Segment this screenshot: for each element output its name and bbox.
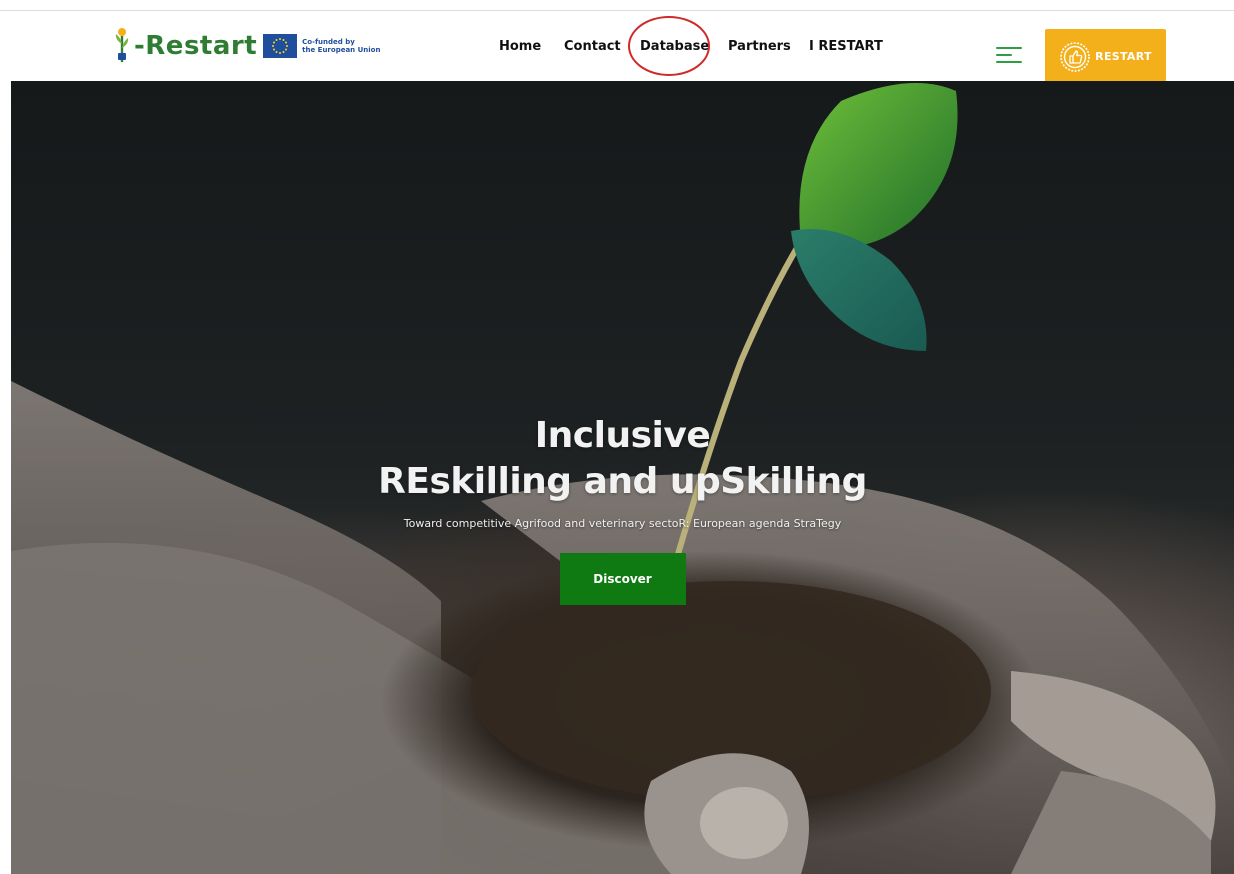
menu-bar-bottom (996, 61, 1022, 63)
hero-content: Inclusive REskilling and upSkilling Towa… (11, 413, 1234, 605)
hero-title-line-1: Inclusive (534, 415, 711, 456)
nav-contact[interactable]: Contact (564, 35, 621, 59)
thumbs-up-badge-icon (1060, 41, 1090, 72)
nav-i-restart[interactable]: I RESTART (809, 35, 883, 59)
nav-partners[interactable]: Partners (728, 35, 791, 59)
restart-cta-label: RESTART (1095, 50, 1152, 63)
hero-section: Inclusive REskilling and upSkilling Towa… (11, 81, 1234, 874)
discover-button[interactable]: Discover (559, 553, 686, 605)
hero-title-line-2: REskilling and upSkilling (378, 461, 867, 502)
hero-title: Inclusive REskilling and upSkilling (11, 413, 1234, 505)
nav-database[interactable]: Database (640, 35, 709, 59)
restart-cta-button[interactable]: RESTART (1045, 29, 1166, 84)
hamburger-menu-icon[interactable] (996, 45, 1024, 67)
nav-home[interactable]: Home (499, 35, 541, 59)
menu-bar-middle (996, 54, 1012, 56)
hero-subtitle: Toward competitive Agrifood and veterina… (403, 517, 842, 530)
menu-bar-top (996, 47, 1022, 49)
site-header: -Restart Co-funded by the European Union… (0, 11, 1234, 84)
